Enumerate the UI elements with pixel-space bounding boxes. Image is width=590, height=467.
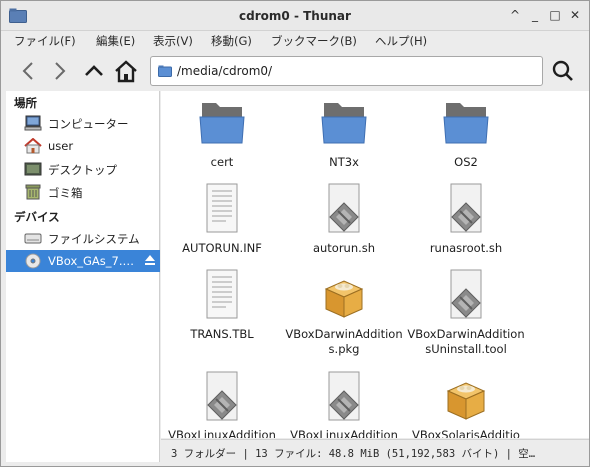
menu-file[interactable]: ファイル(F) xyxy=(14,33,76,49)
file-item-autorun-sh[interactable]: autorun.sh xyxy=(283,179,405,264)
folder-icon xyxy=(443,103,489,144)
script-file-icon xyxy=(328,183,360,233)
status-bar: 3 フォルダー | 13 ファイル: 48.8 MiB (51,192,583 … xyxy=(161,439,589,466)
file-name: NT3x xyxy=(329,155,359,169)
file-item-os2[interactable]: OS2 xyxy=(405,91,527,176)
script-file-icon xyxy=(328,371,360,421)
sidebar-item-user[interactable]: user xyxy=(6,135,160,157)
file-item-nt3x[interactable]: NT3x xyxy=(283,91,405,176)
toolbar: /media/cdrom0/ xyxy=(1,52,589,90)
file-item-runasroot-sh[interactable]: runasroot.sh xyxy=(405,179,527,264)
window-title: cdrom0 - Thunar xyxy=(239,9,351,23)
close-button[interactable]: ✕ xyxy=(567,7,583,23)
title-bar[interactable]: cdrom0 - Thunar ^ _ □ ✕ xyxy=(1,1,589,31)
script-file-icon xyxy=(206,371,238,421)
menu-help[interactable]: ヘルプ(H) xyxy=(375,33,427,49)
devices-header: デバイス xyxy=(14,210,60,224)
folder-icon xyxy=(158,65,172,77)
script-file-icon xyxy=(450,183,482,233)
location-bar[interactable]: /media/cdrom0/ xyxy=(150,56,543,86)
file-item-vboxdarwin-pkg[interactable]: VBoxDarwinAdditions.pkg xyxy=(283,265,405,360)
file-item-autorun-inf[interactable]: AUTORUN.INF xyxy=(161,179,283,264)
folder-icon xyxy=(199,103,245,144)
script-file-icon xyxy=(450,269,482,319)
file-name: VBoxLinuxAddition xyxy=(290,428,398,438)
forward-arrow-icon[interactable] xyxy=(47,57,73,85)
menu-bookmarks[interactable]: ブックマーク(B) xyxy=(271,33,357,49)
status-text: 3 フォルダー | 13 ファイル: 48.8 MiB (51,192,583 … xyxy=(171,448,536,460)
menu-go[interactable]: 移動(G) xyxy=(211,33,252,49)
computer-icon xyxy=(24,115,42,131)
folder-icon xyxy=(321,103,367,144)
shade-button[interactable]: ^ xyxy=(507,7,523,23)
menu-bar: ファイル(F) 編集(E) 表示(V) 移動(G) ブックマーク(B) ヘルプ(… xyxy=(1,31,589,51)
sidebar-item-trash[interactable]: ゴミ箱 xyxy=(6,181,160,203)
thunar-window: cdrom0 - Thunar ^ _ □ ✕ ファイル(F) 編集(E) 表示… xyxy=(0,0,590,467)
back-arrow-icon[interactable] xyxy=(15,57,41,85)
up-arrow-icon[interactable] xyxy=(81,57,107,85)
file-name: VBoxDarwinAdditions.pkg xyxy=(285,327,403,356)
optical-disc-icon xyxy=(25,253,41,269)
sidebar-item-label: VBox_GAs_7.… xyxy=(48,254,134,268)
sidebar-item-filesystem[interactable]: ファイルシステム xyxy=(6,227,160,249)
text-file-icon xyxy=(206,269,238,319)
places-header: 場所 xyxy=(14,96,37,110)
menu-view[interactable]: 表示(V) xyxy=(153,33,193,49)
sidebar-item-label: コンピューター xyxy=(48,117,129,131)
trash-icon xyxy=(25,184,41,200)
file-item-cert[interactable]: cert xyxy=(161,91,283,176)
sidebar-item-label: デスクトップ xyxy=(48,163,117,177)
sidebar-item-label: ファイルシステム xyxy=(48,232,140,246)
package-icon xyxy=(324,280,364,318)
home-folder-icon xyxy=(24,138,42,154)
sidebar-item-vbox-cdrom[interactable]: VBox_GAs_7.… xyxy=(6,250,160,272)
sidebar-item-label: user xyxy=(48,139,74,153)
eject-icon[interactable] xyxy=(144,253,156,267)
desktop-icon xyxy=(24,162,42,176)
file-item-vboxsolaris[interactable]: VBoxSolarisAdditio xyxy=(405,367,527,438)
file-name: AUTORUN.INF xyxy=(182,241,262,255)
sidebar-item-desktop[interactable]: デスクトップ xyxy=(6,158,160,180)
home-icon[interactable] xyxy=(113,57,139,85)
file-item-vboxdarwin-uninstall[interactable]: VBoxDarwinAdditionsUninstall.tool xyxy=(405,265,527,360)
file-name: runasroot.sh xyxy=(429,241,503,255)
file-name: autorun.sh xyxy=(312,241,376,255)
text-file-icon xyxy=(206,183,238,233)
menu-edit[interactable]: 編集(E) xyxy=(96,33,135,49)
file-name: VBoxSolarisAdditio xyxy=(412,428,520,438)
search-icon[interactable] xyxy=(550,57,576,85)
file-name: OS2 xyxy=(454,155,478,169)
file-item-trans-tbl[interactable]: TRANS.TBL xyxy=(161,265,283,360)
drive-icon xyxy=(24,233,42,244)
sidebar-item-label: ゴミ箱 xyxy=(48,186,83,200)
sidebar: 場所 コンピューター user デスクトップ ゴミ箱 デバイス ファイルシステム… xyxy=(6,91,160,462)
file-name: VBoxDarwinAdditionsUninstall.tool xyxy=(407,327,525,356)
file-item-vboxlinux-2[interactable]: VBoxLinuxAddition xyxy=(283,367,405,438)
sidebar-item-computer[interactable]: コンピューター xyxy=(6,112,160,134)
file-name: cert xyxy=(210,155,234,169)
maximize-button[interactable]: □ xyxy=(547,7,563,23)
file-name: VBoxLinuxAddition xyxy=(168,428,276,438)
minimize-button[interactable]: _ xyxy=(527,7,543,23)
package-icon xyxy=(446,382,486,420)
file-name: TRANS.TBL xyxy=(190,327,254,341)
file-item-vboxlinux-1[interactable]: VBoxLinuxAddition xyxy=(161,367,283,438)
file-view[interactable]: cert NT3x OS2 AUTORUN.INF autorun.sh run… xyxy=(161,91,589,438)
location-path: /media/cdrom0/ xyxy=(177,64,273,78)
